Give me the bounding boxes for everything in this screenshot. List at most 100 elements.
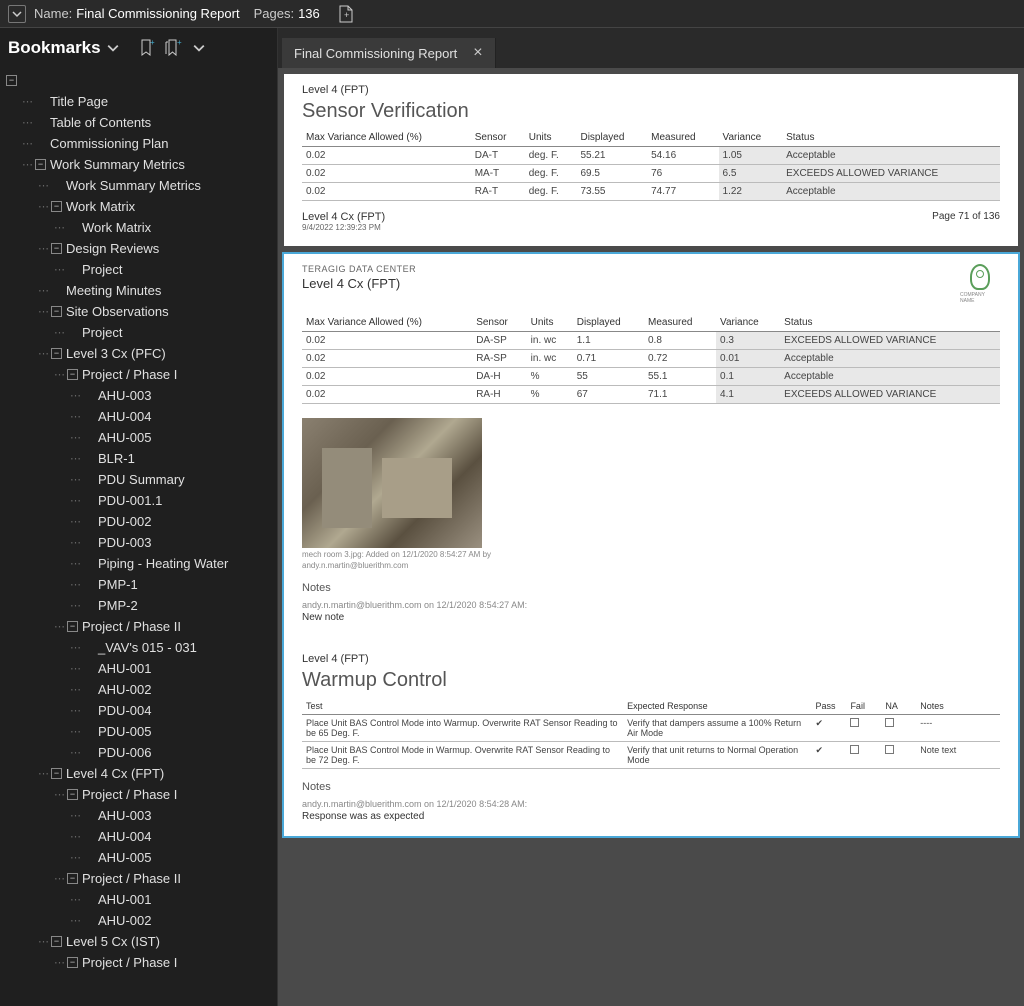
svg-text:+: + (344, 10, 349, 20)
tree-row[interactable]: ⋯PMP-2 (0, 595, 277, 616)
name-label: Name: (34, 6, 72, 21)
tree-row[interactable]: ⋯−Project / Phase I (0, 364, 277, 385)
photo-caption: andy.n.martin@bluerithm.com (302, 561, 1000, 570)
tree-row[interactable]: ⋯−Level 3 Cx (PFC) (0, 343, 277, 364)
tree-row[interactable]: ⋯AHU-002 (0, 679, 277, 700)
expand-icon[interactable]: − (67, 873, 78, 884)
tree-row[interactable]: ⋯PDU-005 (0, 721, 277, 742)
new-page-icon[interactable]: + (338, 5, 356, 23)
tree-row[interactable]: ⋯AHU-004 (0, 826, 277, 847)
tree-row[interactable]: ⋯AHU-001 (0, 658, 277, 679)
tree-row[interactable]: ⋯−Design Reviews (0, 238, 277, 259)
tree-row[interactable]: ⋯AHU-005 (0, 427, 277, 448)
col-header: Displayed (573, 314, 644, 332)
expand-icon[interactable]: − (51, 306, 62, 317)
cell: 4.1 (716, 386, 780, 404)
bookmark-options[interactable] (189, 38, 209, 58)
tree-label: Site Observations (66, 304, 169, 319)
tree-row[interactable]: ⋯AHU-003 (0, 805, 277, 826)
expand-icon[interactable]: − (67, 957, 78, 968)
tree-row[interactable]: − (0, 70, 277, 91)
tree-row[interactable]: ⋯PDU-004 (0, 700, 277, 721)
cell: EXCEEDS ALLOWED VARIANCE (782, 165, 1000, 183)
tree-label: PDU-003 (98, 535, 151, 550)
expand-icon[interactable]: − (51, 936, 62, 947)
bookmark-add-icon[interactable]: + (137, 38, 157, 58)
col-header: Displayed (576, 129, 647, 147)
tree-row[interactable]: ⋯AHU-004 (0, 406, 277, 427)
tree-row[interactable]: ⋯_VAV's 015 - 031 (0, 637, 277, 658)
tree-row[interactable]: ⋯AHU-001 (0, 889, 277, 910)
tree-label: Project / Phase I (82, 955, 177, 970)
tree-row[interactable]: ⋯AHU-003 (0, 385, 277, 406)
cell: 0.3 (716, 332, 780, 350)
col-header: Variance (716, 314, 780, 332)
tree-row[interactable]: ⋯PDU Summary (0, 469, 277, 490)
tree-label: PDU-004 (98, 703, 151, 718)
tree-row[interactable]: ⋯PDU-003 (0, 532, 277, 553)
chevron-down-button[interactable] (8, 5, 26, 23)
footer-title: Level 4 Cx (FPT) (302, 211, 385, 223)
tree-label: Meeting Minutes (66, 283, 161, 298)
tree-row[interactable]: ⋯PMP-1 (0, 574, 277, 595)
tree-row[interactable]: ⋯−Project / Phase II (0, 616, 277, 637)
notes-heading: Notes (302, 582, 1000, 594)
bookmarks-dropdown[interactable] (107, 42, 119, 54)
tree-label: Work Summary Metrics (50, 157, 185, 172)
tree-row[interactable]: ⋯Work Summary Metrics (0, 175, 277, 196)
document-viewport[interactable]: Level 4 (FPT) Sensor Verification Max Va… (278, 68, 1024, 1006)
bookmark-add2-icon[interactable]: + (163, 38, 183, 58)
tree-row[interactable]: ⋯−Project / Phase I (0, 784, 277, 805)
tree-row[interactable]: ⋯−Level 5 Cx (IST) (0, 931, 277, 952)
cell: Acceptable (780, 350, 1000, 368)
expand-icon[interactable]: − (51, 243, 62, 254)
tree-row[interactable]: ⋯PDU-006 (0, 742, 277, 763)
tree-row[interactable]: ⋯AHU-005 (0, 847, 277, 868)
tree-row[interactable]: ⋯−Work Matrix (0, 196, 277, 217)
expand-icon[interactable]: − (67, 789, 78, 800)
expand-icon[interactable]: − (67, 369, 78, 380)
tree-row[interactable]: ⋯PDU-002 (0, 511, 277, 532)
sensor-table: Max Variance Allowed (%)SensorUnitsDispl… (302, 129, 1000, 201)
expand-icon[interactable]: − (35, 159, 46, 170)
tree-row[interactable]: ⋯Meeting Minutes (0, 280, 277, 301)
bookmark-tree[interactable]: − ⋯Title Page⋯Table of Contents⋯Commissio… (0, 68, 277, 1006)
expand-icon[interactable]: − (51, 201, 62, 212)
tree-row[interactable]: ⋯Project (0, 322, 277, 343)
tree-label: PMP-1 (98, 577, 138, 592)
tree-row[interactable]: ⋯Work Matrix (0, 217, 277, 238)
name-value: Final Commissioning Report (76, 6, 239, 21)
tree-row[interactable]: ⋯PDU-001.1 (0, 490, 277, 511)
cell: % (527, 368, 573, 386)
col-header: Status (782, 129, 1000, 147)
tree-row[interactable]: ⋯−Project / Phase I (0, 952, 277, 973)
tree-label: Level 3 Cx (PFC) (66, 346, 166, 361)
tree-row[interactable]: ⋯AHU-002 (0, 910, 277, 931)
col-header: Units (525, 129, 577, 147)
tree-row[interactable]: ⋯Table of Contents (0, 112, 277, 133)
cell: 0.02 (302, 147, 471, 165)
document-tab[interactable]: Final Commissioning Report × (282, 38, 496, 68)
tree-row[interactable]: ⋯Title Page (0, 91, 277, 112)
expand-icon[interactable]: − (51, 348, 62, 359)
tab-close-icon[interactable]: × (473, 44, 482, 62)
tree-row[interactable]: ⋯Commissioning Plan (0, 133, 277, 154)
expand-icon[interactable]: − (6, 75, 17, 86)
tree-row[interactable]: ⋯−Project / Phase II (0, 868, 277, 889)
cell: 0.1 (716, 368, 780, 386)
tree-label: PMP-2 (98, 598, 138, 613)
tree-row[interactable]: ⋯−Site Observations (0, 301, 277, 322)
cell: 76 (647, 165, 718, 183)
col-header: Max Variance Allowed (%) (302, 314, 472, 332)
tree-row[interactable]: ⋯Project (0, 259, 277, 280)
tree-row[interactable]: ⋯Piping - Heating Water (0, 553, 277, 574)
expand-icon[interactable]: − (67, 621, 78, 632)
expand-icon[interactable]: − (51, 768, 62, 779)
tree-row[interactable]: ⋯−Level 4 Cx (FPT) (0, 763, 277, 784)
cell: MA-T (471, 165, 525, 183)
chevron-down-icon (107, 42, 119, 54)
cell: 0.8 (644, 332, 716, 350)
tree-label: Piping - Heating Water (98, 556, 228, 571)
tree-row[interactable]: ⋯BLR-1 (0, 448, 277, 469)
tree-row[interactable]: ⋯−Work Summary Metrics (0, 154, 277, 175)
